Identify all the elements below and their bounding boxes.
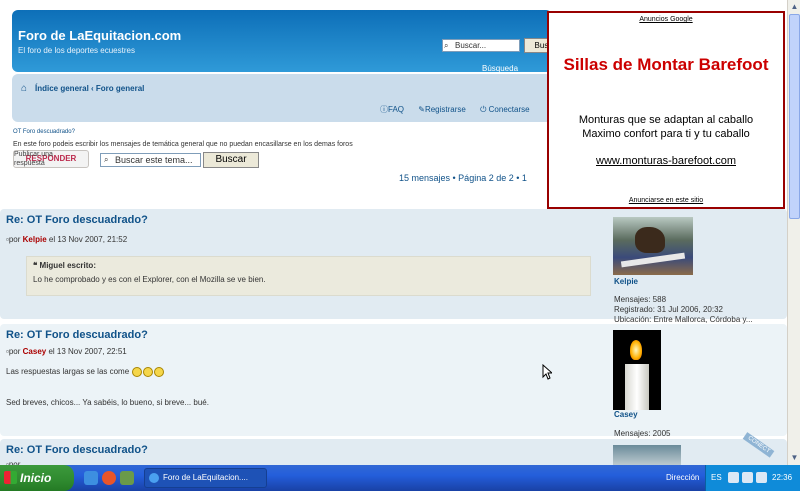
- post-meta-prefix: por: [8, 347, 21, 356]
- home-icon[interactable]: ⌂: [21, 83, 27, 94]
- candle-image: [625, 364, 649, 410]
- tray-icon[interactable]: [742, 472, 753, 483]
- mouse-cursor-icon: [542, 364, 552, 380]
- browser-page: Foro de LaEquitacion.com El foro de los …: [0, 0, 787, 465]
- media-quicklaunch-icon[interactable]: [120, 471, 134, 485]
- search-icon: ⌕: [444, 41, 449, 50]
- post-text-line1: Las respuestas largas se las come: [6, 367, 130, 377]
- topic-search-button[interactable]: Buscar: [203, 152, 259, 168]
- avatar: [613, 445, 681, 465]
- tray-icon[interactable]: [728, 472, 739, 483]
- clock: 22:36: [772, 473, 793, 482]
- scrollbar-thumb[interactable]: [789, 14, 800, 219]
- user-stat-posts: Mensajes: 2005: [614, 429, 671, 438]
- eek-smiley-icon: [154, 367, 165, 377]
- quote-author: ❝ Miguel escrito:: [33, 261, 96, 270]
- breadcrumb[interactable]: Índice general ‹ Foro general: [35, 84, 144, 93]
- post: Re: OT Foro descuadrado? ▫por CONECT: [0, 432, 787, 465]
- ad-label[interactable]: Anuncios Google: [549, 16, 783, 23]
- navbar: ⌂ Índice general ‹ Foro general ⓘFAQ ✎Re…: [12, 74, 552, 122]
- post-meta-prefix: por: [8, 235, 21, 244]
- faq-label: FAQ: [388, 105, 405, 114]
- post-meta: ▫por Casey el 13 Nov 2007, 22:51: [6, 347, 127, 356]
- login-label: Conectarse: [488, 105, 530, 114]
- post-date: el 13 Nov 2007, 22:51: [48, 347, 127, 356]
- forum-header: Foro de LaEquitacion.com El foro de los …: [12, 10, 570, 82]
- nav-links: ⓘFAQ ✎Registrarse ⏻ Conectarse: [380, 104, 542, 115]
- post-title[interactable]: Re: OT Foro descuadrado?: [6, 444, 148, 456]
- start-label: Inicio: [20, 471, 52, 485]
- fence-image: [620, 252, 686, 268]
- post-username[interactable]: Casey: [614, 410, 638, 419]
- post-date: el 13 Nov 2007, 21:52: [48, 235, 128, 244]
- register-label: Registrarse: [424, 105, 466, 114]
- ad-text-line1: Monturas que se adaptan al caballo: [578, 114, 754, 126]
- register-link[interactable]: ✎Registrarse: [418, 105, 472, 114]
- tray-icon[interactable]: [756, 472, 767, 483]
- quote-text: Lo he comprobado y es con el Explorer, c…: [33, 275, 266, 284]
- ad-title[interactable]: Sillas de Montar Barefoot: [549, 55, 783, 74]
- topic-search-input[interactable]: ⌕ Buscar este tema...: [100, 153, 201, 167]
- post-username[interactable]: Kelpie: [614, 277, 638, 286]
- post-text-line2: Sed breves, chicos... Ya sabéis, lo buen…: [6, 398, 209, 407]
- header-search-placeholder: Buscar...: [455, 41, 487, 50]
- topic-title[interactable]: OT Foro descuadrado?: [13, 129, 75, 135]
- system-tray: ES 22:36: [705, 465, 800, 491]
- windows-logo-icon: [4, 471, 17, 484]
- avatar: [613, 217, 693, 275]
- topic-search-placeholder: Buscar este tema...: [115, 155, 193, 165]
- site-description: El foro de los deportes ecuestres: [18, 46, 135, 55]
- horse-image: [635, 227, 665, 253]
- post-title[interactable]: Re: OT Foro descuadrado?: [6, 329, 148, 341]
- search-icon: ⌕: [104, 155, 109, 164]
- site-title[interactable]: Foro de LaEquitacion.com: [18, 28, 181, 43]
- online-ribbon: CONECT: [742, 432, 775, 458]
- avatar: [613, 330, 661, 410]
- topic-description: En este foro podeis escribir los mensaje…: [13, 141, 353, 148]
- ad-text-line2: Maximo confort para ti y tu caballo: [582, 128, 750, 140]
- quote-block: ❝ Miguel escrito: Lo he comprobado y es …: [26, 256, 591, 296]
- faq-link[interactable]: ⓘFAQ: [380, 105, 410, 114]
- ad-url[interactable]: www.monturas-barefoot.com: [549, 155, 783, 167]
- ie-icon: [149, 473, 159, 483]
- candle-flame-image: [630, 340, 642, 360]
- taskbar-browser-window[interactable]: Foro de LaEquitacion....: [144, 468, 267, 488]
- login-link[interactable]: ⏻ Conectarse: [480, 105, 535, 114]
- pagination[interactable]: 15 mensajes • Página 2 de 2 • 1: [399, 173, 527, 183]
- eek-smiley-icon: [143, 367, 154, 377]
- ad-text: Monturas que se adaptan al caballo Maxim…: [549, 113, 783, 141]
- firefox-quicklaunch-icon[interactable]: [102, 471, 116, 485]
- ad-footer-link[interactable]: Anunciarse en este sitio: [549, 197, 783, 204]
- vertical-scrollbar[interactable]: ▲ ▼: [787, 0, 800, 465]
- header-search-input[interactable]: ⌕ Buscar...: [442, 39, 520, 52]
- language-indicator[interactable]: ES: [711, 473, 722, 482]
- address-toolbar-label[interactable]: Dirección: [666, 473, 699, 482]
- quote-author-label: Miguel escrito:: [39, 261, 96, 270]
- reply-alt-text: Publicar una respuesta: [14, 151, 53, 167]
- scroll-down-arrow-icon[interactable]: ▼: [789, 452, 800, 464]
- post-title[interactable]: Re: OT Foro descuadrado?: [6, 214, 148, 226]
- post-text: Las respuestas largas se las come: [6, 367, 165, 377]
- user-stats: Mensajes: 588 Registrado: 31 Jul 2006, 2…: [614, 295, 753, 325]
- scroll-up-arrow-icon[interactable]: ▲: [789, 1, 800, 13]
- post: Re: OT Foro descuadrado? ▫por Kelpie el …: [0, 209, 787, 324]
- start-button[interactable]: Inicio: [0, 465, 74, 491]
- eek-smiley-icon: [132, 367, 143, 377]
- post-author[interactable]: Casey: [23, 347, 47, 356]
- ie-quicklaunch-icon[interactable]: [84, 471, 98, 485]
- post: Re: OT Foro descuadrado? ▫por Casey el 1…: [0, 324, 787, 438]
- google-ad[interactable]: Anuncios Google Sillas de Montar Barefoo…: [547, 11, 785, 209]
- task-item-label: Foro de LaEquitacion....: [163, 473, 248, 482]
- post-meta: ▫por Kelpie el 13 Nov 2007, 21:52: [6, 235, 127, 244]
- post-author[interactable]: Kelpie: [23, 235, 47, 244]
- user-stat-registered: Registrado: 31 Jul 2006, 20:32: [614, 305, 723, 314]
- user-stat-posts: Mensajes: 588: [614, 295, 667, 304]
- windows-taskbar: Inicio Foro de LaEquitacion.... Direcció…: [0, 465, 800, 491]
